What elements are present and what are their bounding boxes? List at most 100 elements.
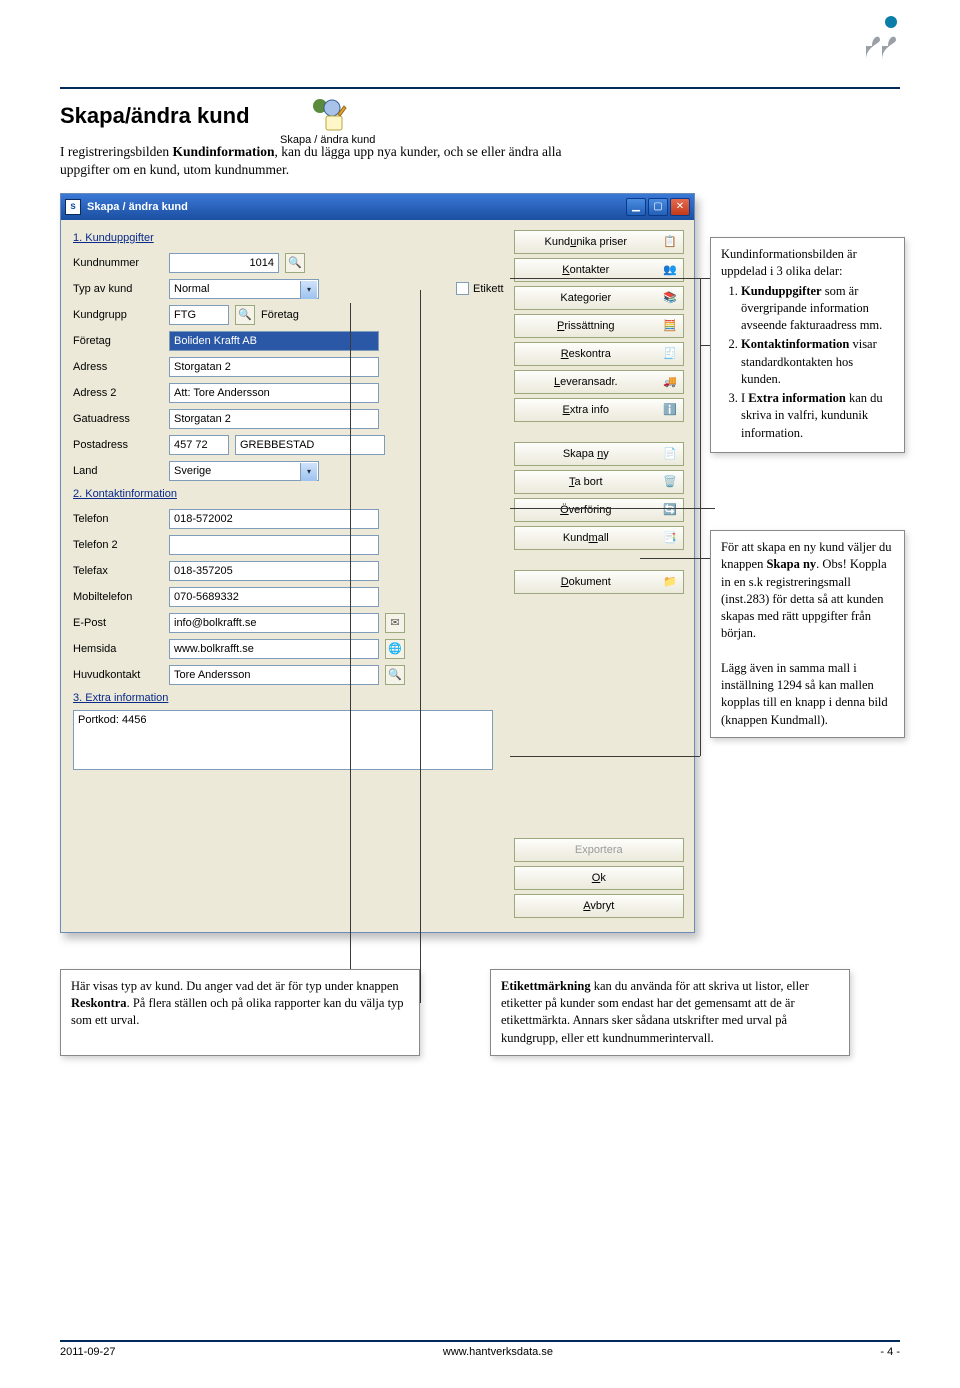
label-telefon2: Telefon 2 xyxy=(73,539,169,551)
sidebtn-prissattning[interactable]: Prissättning🧮 xyxy=(514,314,684,338)
footer-date: 2011-09-27 xyxy=(60,1346,115,1358)
lookup-kundgrupp[interactable]: 🔍 xyxy=(235,305,255,325)
template-icon: 📑 xyxy=(657,531,683,544)
label-adress2: Adress 2 xyxy=(73,387,169,399)
footer-url: www.hantverksdata.se xyxy=(443,1346,553,1358)
field-foretag[interactable]: Boliden Krafft AB xyxy=(169,331,379,351)
label-kundgrupp: Kundgrupp xyxy=(73,309,169,321)
sidebtn-kundunika-priser[interactable]: Kundunika priser📋 xyxy=(514,230,684,254)
kundgrupp-text: Företag xyxy=(261,309,299,321)
field-telefax[interactable]: 018-357205 xyxy=(169,561,379,581)
field-huvudkontakt[interactable]: Tore Andersson xyxy=(169,665,379,685)
price-icon: 📋 xyxy=(657,235,683,248)
field-postort[interactable]: GREBBESTAD xyxy=(235,435,385,455)
label-gatuadress: Gatuadress xyxy=(73,413,169,425)
field-extra[interactable]: Portkod: 4456 xyxy=(73,710,493,770)
pricing-icon: 🧮 xyxy=(657,319,683,332)
callout-typ-av-kund: Här visas typ av kund. Du anger vad det … xyxy=(60,969,420,1056)
delete-icon: 🗑️ xyxy=(657,475,683,488)
minimize-button[interactable]: ▁ xyxy=(626,198,646,216)
section2-header: 2. Kontaktinformation xyxy=(73,488,504,500)
field-telefon[interactable]: 018-572002 xyxy=(169,509,379,529)
titlebar: s Skapa / ändra kund ▁ ▢ ✕ xyxy=(61,194,694,220)
leader-3 xyxy=(350,303,351,1003)
label-telefon: Telefon xyxy=(73,513,169,525)
sidebtn-kategorier[interactable]: Kategorier📚 xyxy=(514,286,684,310)
label-kundnummer: Kundnummer xyxy=(73,257,169,269)
field-kundgrupp-code[interactable]: FTG xyxy=(169,305,229,325)
page-title: Skapa/ändra kund xyxy=(60,103,900,129)
sidebtn-ok[interactable]: Ok xyxy=(514,866,684,890)
ledger-icon: 🧾 xyxy=(657,347,683,360)
field-hemsida[interactable]: www.bolkrafft.se xyxy=(169,639,379,659)
footer: 2011-09-27 www.hantverksdata.se - 4 - xyxy=(60,1340,900,1358)
callout-etikettmarkning: Etikettmärkning kan du använda för att s… xyxy=(490,969,850,1056)
categories-icon: 📚 xyxy=(657,291,683,304)
sidebtn-extra-info[interactable]: Extra infoℹ️ xyxy=(514,398,684,422)
field-postnr[interactable]: 457 72 xyxy=(169,435,229,455)
lookup-kundnummer[interactable]: 🔍 xyxy=(285,253,305,273)
label-huvudkontakt: Huvudkontakt xyxy=(73,669,169,681)
label-adress: Adress xyxy=(73,361,169,373)
info-icon: ℹ️ xyxy=(657,403,683,416)
sidebtn-overforing[interactable]: Överföring🔄 xyxy=(514,498,684,522)
skapa-andra-kund-icon: Skapa / ändra kund xyxy=(280,96,375,146)
sidebtn-leveransadr[interactable]: Leveransadr.🚚 xyxy=(514,370,684,394)
field-telefon2[interactable] xyxy=(169,535,379,555)
sidebtn-skapa-ny[interactable]: Skapa ny📄 xyxy=(514,442,684,466)
label-land: Land xyxy=(73,465,169,477)
transfer-icon: 🔄 xyxy=(657,503,683,516)
label-epost: E-Post xyxy=(73,617,169,629)
leader-1b xyxy=(510,508,715,509)
field-typavkund[interactable]: Normal▾ xyxy=(169,279,319,299)
sidebtn-ta-bort[interactable]: Ta bort🗑️ xyxy=(514,470,684,494)
sidebtn-dokument[interactable]: Dokument📁 xyxy=(514,570,684,594)
section3-header: 3. Extra information xyxy=(73,692,504,704)
field-kundnummer[interactable]: 1014 xyxy=(169,253,279,273)
email-action[interactable]: ✉ xyxy=(385,613,405,633)
sidebtn-kundmall[interactable]: Kundmall📑 xyxy=(514,526,684,550)
label-foretag: Företag xyxy=(73,335,169,347)
screenshot-window: s Skapa / ändra kund ▁ ▢ ✕ 1. Kunduppgif… xyxy=(60,193,695,933)
label-postadress: Postadress xyxy=(73,439,169,451)
label-etikett: Etikett xyxy=(473,283,504,295)
field-gatuadress[interactable]: Storgatan 2 xyxy=(169,409,379,429)
field-adress2[interactable]: Att: Tore Andersson xyxy=(169,383,379,403)
top-rule xyxy=(60,87,900,89)
footer-page: - 4 - xyxy=(880,1346,900,1358)
section1-header: 1. Kunduppgifter xyxy=(73,232,504,244)
window-title: Skapa / ändra kund xyxy=(87,201,188,213)
lookup-huvudkontakt[interactable]: 🔍 xyxy=(385,665,405,685)
leader-1c xyxy=(510,756,700,757)
maximize-button[interactable]: ▢ xyxy=(648,198,668,216)
callout-sections: Kundinformationsbilden är uppdelad i 3 o… xyxy=(710,237,905,453)
form-panel: 1. Kunduppgifter Kundnummer 1014 🔍 Typ a… xyxy=(61,220,510,932)
sidebtn-exportera: Exportera xyxy=(514,838,684,862)
web-action[interactable]: 🌐 xyxy=(385,639,405,659)
field-mobil[interactable]: 070-5689332 xyxy=(169,587,379,607)
sidebtn-avbryt[interactable]: Avbryt xyxy=(514,894,684,918)
app-icon: s xyxy=(65,199,81,215)
sidebar: Kundunika priser📋 Kontakter👥 Kategorier📚… xyxy=(510,220,694,932)
label-mobil: Mobiltelefon xyxy=(73,591,169,603)
intro-paragraph: I registreringsbilden Kundinformation, k… xyxy=(60,143,580,179)
label-typavkund: Typ av kund xyxy=(73,283,169,295)
field-adress[interactable]: Storgatan 2 xyxy=(169,357,379,377)
leader-1v xyxy=(700,278,701,756)
contacts-icon: 👥 xyxy=(657,263,683,276)
checkbox-etikett[interactable] xyxy=(456,282,469,295)
label-hemsida: Hemsida xyxy=(73,643,169,655)
logo xyxy=(866,16,902,65)
icon-caption: Skapa / ändra kund xyxy=(280,134,375,146)
footer-rule xyxy=(60,1340,900,1342)
leader-2 xyxy=(640,558,715,559)
leader-1a xyxy=(510,278,715,279)
document-icon: 📁 xyxy=(657,575,683,588)
field-land[interactable]: Sverige▾ xyxy=(169,461,319,481)
label-telefax: Telefax xyxy=(73,565,169,577)
new-icon: 📄 xyxy=(657,447,683,460)
sidebtn-reskontra[interactable]: Reskontra🧾 xyxy=(514,342,684,366)
field-epost[interactable]: info@bolkrafft.se xyxy=(169,613,379,633)
close-button[interactable]: ✕ xyxy=(670,198,690,216)
delivery-icon: 🚚 xyxy=(657,375,683,388)
